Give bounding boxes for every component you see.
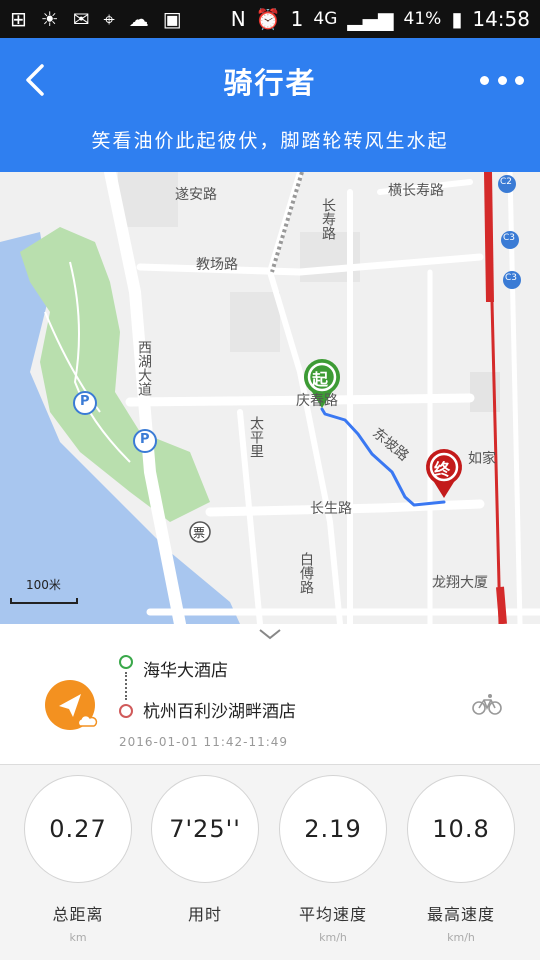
stat-label: 平均速度 [298,905,367,924]
road-label: 长生路 [310,501,352,517]
stat-label: 用时 [187,905,222,924]
slogan: 笑看油价此起彼伏，脚踏轮转风生水起 [91,130,449,152]
poi-label: 龙翔大厦 [432,575,488,591]
bicycle-icon[interactable] [472,692,502,716]
map-scale-bar [10,598,78,604]
end-point-icon [119,704,133,718]
battery-icon: ▮ [451,7,463,31]
alarm-icon: ⏰ [255,7,281,31]
chevron-down-icon [259,629,281,640]
end-marker-label: 终 [434,460,451,479]
map-scale-label: 100米 [26,578,61,592]
location-icon: ⌖ [103,7,115,31]
road-label: 长寿路 [320,198,336,240]
road-label: 西湖大道 [136,340,152,396]
stat-value: 10.8 [407,775,515,883]
ticket-icon: 票 [193,526,206,540]
stat-duration: 7'25'' 用时 [149,775,261,931]
more-button[interactable] [480,60,524,100]
metro-label: C3 [503,233,516,243]
nfc-icon: N [230,7,246,31]
more-dot-icon [515,75,524,85]
stat-value: 7'25'' [151,775,259,883]
road-label: 遂安路 [175,187,217,203]
route-connector [125,672,127,700]
stat-unit: km [69,931,87,944]
road-label: 太平里 [248,416,264,458]
stat-value: 2.19 [279,775,387,883]
status-bar: ⊞ ☀ ✉ ⌖ ☁ ▣ N ⏰ 1 4G ▂▄▆ 41% ▮ 14:58 [0,0,540,38]
wechat-icon: ☁ [128,7,149,31]
stat-max-speed: 10.8 最高速度 km/h [405,775,517,944]
battery-label: 41% [403,9,442,29]
poi-label: 如家 [468,451,496,467]
more-dot-icon [497,75,507,85]
road-label: 白傅路 [298,552,314,594]
start-marker-label: 起 [312,370,329,389]
stat-label: 最高速度 [426,905,495,924]
mail-icon: ✉ [72,7,90,31]
signal-label: 4G [313,9,338,29]
signal-icon: ▂▄▆ [347,7,394,31]
parking-icon: P [140,432,150,447]
stat-unit: km/h [447,931,475,944]
stat-total-distance: 0.27 总距离 km [22,775,134,944]
start-location: 海华大酒店 [143,661,228,681]
route-info: 海华大酒店 杭州百利沙湖畔酒店 2016-01-01 11:42-11:49 [0,642,540,762]
stat-value: 0.27 [24,775,132,883]
sim-icon: 1 [290,7,304,31]
bicycle-glyph [472,694,502,715]
page-title: 骑行者 [223,66,317,100]
end-location: 杭州百利沙湖畔酒店 [143,702,296,722]
ride-time-range: 2016-01-01 11:42-11:49 [119,735,289,749]
start-point-icon [119,655,133,669]
cloud-icon [77,714,98,727]
collapse-button[interactable] [256,626,284,642]
road-label: 横长寿路 [388,183,444,199]
parking-icon: P [80,394,90,409]
app-header: 骑行者 笑看油价此起彼伏，脚踏轮转风生水起 [0,38,540,172]
stat-unit: km/h [319,931,347,944]
more-dot-icon [480,75,489,85]
plus-icon: ⊞ [10,7,27,31]
image-icon: ▣ [162,7,182,31]
road-label: 庆春路 [296,393,338,409]
road-label: 教场路 [196,257,238,273]
metro-label: C3 [505,273,518,283]
stat-label: 总距离 [52,905,104,924]
sun-icon: ☀ [40,7,59,31]
clock: 14:58 [472,7,530,31]
ride-stats: 0.27 总距离 km 7'25'' 用时 2.19 平均速度 km/h 10.… [0,765,540,960]
metro-label: C2 [500,177,513,187]
route-map[interactable]: 遂安路 教场路 庆春路 长生路 横长寿路 长寿路 东坡路 西湖大道 太平里 白傅… [0,172,540,624]
stat-average-speed: 2.19 平均速度 km/h [277,775,389,944]
